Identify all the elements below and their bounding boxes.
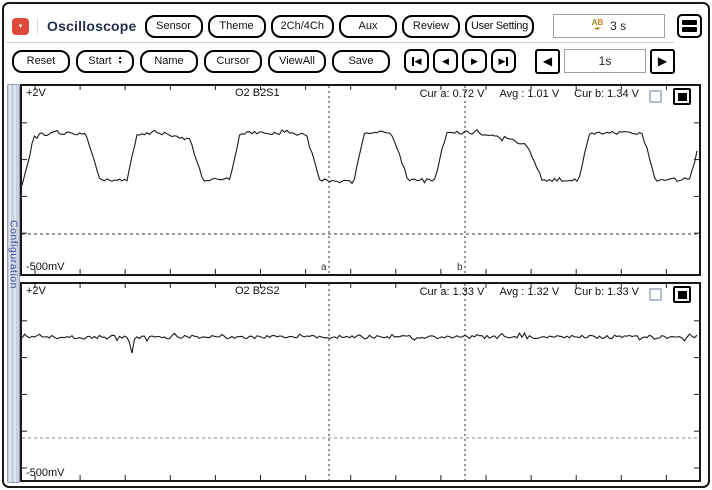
cursor-b-value: Cur b: 1.34 V (574, 88, 639, 100)
app-title: Oscilloscope (47, 18, 137, 34)
left-arrow-icon: ◀ (542, 54, 553, 68)
interval-value: 1s (564, 49, 646, 73)
right-arrow-icon: ▶ (657, 54, 668, 68)
average-value: Avg : 1.32 V (499, 286, 560, 298)
skip-to-end-button[interactable]: ▶ (491, 49, 516, 73)
cursor-a-value: Cur a: 0.72 V (419, 88, 485, 100)
interval-decrease-button[interactable]: ◀ (535, 48, 560, 74)
skip-to-start-button[interactable]: ◀ (404, 49, 429, 73)
cursor-b-label[interactable]: b (457, 262, 463, 273)
checkbox-fill (677, 290, 687, 299)
cursor-b-value: Cur b: 1.33 V (574, 286, 639, 298)
channel-mode-button[interactable]: 2Ch/4Ch (270, 14, 334, 38)
toolbar-separator (6, 42, 674, 43)
reset-button[interactable]: Reset (12, 49, 70, 73)
average-value: Avg : 1.01 V (499, 88, 560, 100)
sensor-button[interactable]: Sensor (144, 14, 203, 38)
app-menu-icon[interactable]: ▾ (12, 17, 29, 35)
second-toolbar: Reset Start ▴ ▾ Name Cursor ViewAll Save … (12, 47, 702, 75)
step-forward-button[interactable]: ▶ (462, 49, 487, 73)
top-toolbar: ▾ Oscilloscope Sensor Theme 2Ch/4Ch Aux … (12, 9, 702, 43)
interval-selector: ◀ 1s ▶ (535, 48, 675, 74)
user-setting-button[interactable]: User Setting (464, 14, 534, 38)
right-arrow-icon: ▶ (498, 55, 506, 66)
menu-bar-icon (682, 20, 697, 25)
playback-controls: ◀ ◀ ▶ ▶ (404, 49, 516, 73)
cursor-button[interactable]: Cursor (204, 49, 262, 73)
checkbox-fill (677, 92, 687, 101)
scope-panel-1: +2V O2 B2S1 Cur a: 0.72 V Avg : 1.01 V C… (20, 84, 701, 276)
bottom-scale-label: -500mV (26, 261, 65, 273)
title-divider (37, 17, 38, 35)
configuration-sidebar-handle[interactable]: Configuration (7, 84, 20, 483)
aux-button[interactable]: Aux (338, 14, 397, 38)
start-label: Start (88, 55, 112, 67)
cursor-stats: Cur a: 0.72 V Avg : 1.01 V Cur b: 1.34 V (420, 88, 639, 100)
channel-checkbox-unchecked[interactable] (649, 288, 662, 301)
spinner-updown-icon: ▴ ▾ (118, 55, 122, 66)
ab-cursor-delta-icon: AB ◂▸ (592, 19, 604, 33)
channel-checkbox-checked[interactable] (673, 88, 691, 105)
theme-button[interactable]: Theme (207, 14, 266, 38)
top-scale-label: +2V (26, 285, 46, 297)
name-button[interactable]: Name (140, 49, 198, 73)
top-scale-label: +2V (26, 87, 46, 99)
channel-title: O2 B2S2 (235, 285, 280, 297)
ab-time-value: 3 s (610, 19, 627, 33)
waveform-plot-1[interactable] (22, 86, 699, 274)
save-button[interactable]: Save (332, 49, 390, 73)
waveform-plot-2[interactable] (22, 284, 699, 480)
step-back-button[interactable]: ◀ (433, 49, 458, 73)
start-select-button[interactable]: Start ▴ ▾ (76, 49, 134, 73)
cursor-a-label[interactable]: a (321, 262, 327, 273)
channel-checkbox-unchecked[interactable] (649, 90, 662, 103)
channel-checkbox-checked[interactable] (673, 286, 691, 303)
bar-icon (506, 56, 509, 66)
interval-increase-button[interactable]: ▶ (650, 48, 675, 74)
channel-title: O2 B2S1 (235, 87, 280, 99)
cursor-stats: Cur a: 1.33 V Avg : 1.32 V Cur b: 1.33 V (420, 286, 639, 298)
bottom-scale-label: -500mV (26, 467, 65, 479)
scope-panel-2: +2V O2 B2S2 Cur a: 1.33 V Avg : 1.32 V C… (20, 282, 701, 482)
oscilloscope-window: ▾ Oscilloscope Sensor Theme 2Ch/4Ch Aux … (2, 2, 710, 488)
caret-down-icon: ▾ (18, 23, 23, 30)
cursor-a-value: Cur a: 1.33 V (419, 286, 485, 298)
bar-icon (411, 56, 414, 66)
sidebar-label: Configuration (7, 220, 20, 289)
left-arrow-icon: ◀ (414, 55, 422, 66)
main-menu-button[interactable] (677, 14, 702, 38)
review-button[interactable]: Review (401, 14, 460, 38)
ab-icon-arrow-right: ▸ (597, 26, 601, 32)
ab-time-readout: AB ◂▸ 3 s (552, 14, 665, 38)
right-arrow-icon: ▶ (471, 55, 478, 66)
menu-bar-icon (682, 27, 697, 32)
viewall-button[interactable]: ViewAll (268, 49, 326, 73)
left-arrow-icon: ◀ (442, 55, 449, 66)
